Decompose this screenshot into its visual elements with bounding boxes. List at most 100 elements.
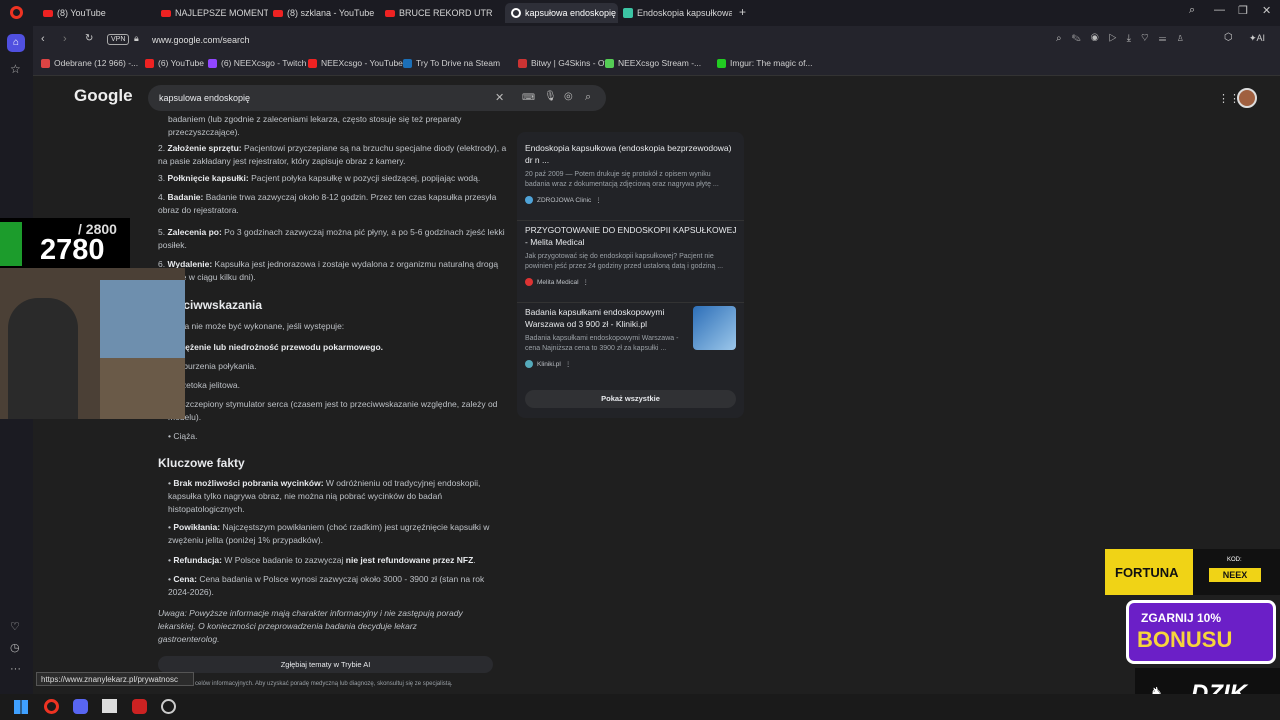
tab-3[interactable]: (8) szklana - YouTube xyxy=(267,3,380,23)
tab-2[interactable]: NAJLEPSZE MOMENTY PO xyxy=(155,3,268,23)
show-all-button[interactable]: Pokaż wszystkie xyxy=(525,390,736,408)
explorer-taskbar-icon[interactable] xyxy=(102,699,117,713)
source-title[interactable]: PRZYGOTOWANIE DO ENDOSKOPII KAPSUŁKOWEJ … xyxy=(525,224,737,248)
bookmark-item[interactable]: Imgur: The magic of... xyxy=(717,58,813,68)
opera-logo-icon[interactable] xyxy=(10,6,23,19)
kod-value: NEEX xyxy=(1209,568,1261,582)
windows-start-icon[interactable] xyxy=(14,700,28,714)
keyboard-icon[interactable]: ⌨ xyxy=(522,92,535,103)
source-item[interactable]: PRZYGOTOWANIE DO ENDOSKOPII KAPSUŁKOWEJ … xyxy=(525,224,737,286)
intro-text: badaniem (lub zgodnie z zaleceniami leka… xyxy=(168,114,462,137)
youtube-icon xyxy=(385,9,395,17)
site-favicon-icon xyxy=(525,196,533,204)
bonus-banner[interactable]: ZGARNIJ 10% BONUSU xyxy=(1126,600,1276,664)
lens-icon[interactable]: ◎ xyxy=(564,91,573,102)
star-icon[interactable]: ☆ xyxy=(10,62,21,76)
bookmark-favicon-icon xyxy=(208,58,217,68)
opera-taskbar-icon[interactable] xyxy=(44,699,59,714)
contra-text: Zaburzenia połykania. xyxy=(173,361,257,371)
tab-5[interactable]: kapsułowa endoskopię - S xyxy=(505,3,618,23)
new-tab-button[interactable]: + xyxy=(739,5,746,19)
search-tabs-icon[interactable]: ⌕ xyxy=(1189,4,1195,17)
source-snippet: Badania kapsułkami endoskopowymi Warszaw… xyxy=(525,335,679,352)
bookmark-item[interactable]: NEEXcsgo - YouTube xyxy=(308,58,403,68)
more-options-icon[interactable]: ⋮ xyxy=(583,278,590,286)
youtube-icon xyxy=(161,9,171,17)
search-icon[interactable]: ⌕ xyxy=(585,91,591,104)
source-thumbnail[interactable] xyxy=(693,306,736,350)
tab-1[interactable]: (8) YouTube xyxy=(37,3,150,23)
bookmark-item[interactable]: NEEXcsgo Stream -... xyxy=(605,58,701,68)
tab-label: (8) szklana - YouTube xyxy=(287,8,375,18)
webcam-overlay xyxy=(0,268,185,419)
bookmark-item[interactable]: Bitwy | G4Skins - Ot... xyxy=(518,58,614,68)
contra-item: • Zaburzenia połykania. xyxy=(168,360,508,373)
source-snippet: 20 paź 2009 — Potem drukuje się protokół… xyxy=(525,171,719,188)
source-site[interactable]: Kliniki.pl ⋮ xyxy=(525,360,685,368)
app-taskbar-icon[interactable] xyxy=(132,699,147,714)
step-item: 6. Wydalenie: Kapsułka jest jednorazowa … xyxy=(158,258,508,284)
bonus-line2: BONUSU xyxy=(1137,627,1233,652)
contra-item: • Przetoka jelitowa. xyxy=(168,379,508,392)
search-input[interactable]: kapsulowa endoskopię xyxy=(159,93,250,103)
minimize-button[interactable]: — xyxy=(1214,4,1225,16)
ai-mode-button[interactable]: Zgłębiaj tematy w Trybie AI xyxy=(158,656,493,673)
bookmark-item[interactable]: Try To Drive na Steam xyxy=(403,58,500,68)
fortuna-logo: FORTUNA xyxy=(1115,565,1179,580)
tab-4[interactable]: BRUCE REKORD UTRATY W xyxy=(379,3,492,23)
back-icon[interactable]: ‹ xyxy=(41,33,45,45)
step-number: 2. xyxy=(158,143,166,153)
bookmark-item[interactable]: Odebrane (12 966) -... xyxy=(41,58,138,68)
more-options-icon[interactable]: ⋮ xyxy=(565,360,572,368)
bookmark-favicon-icon xyxy=(605,58,614,68)
fortuna-banner[interactable]: FORTUNA KOD: NEEX xyxy=(1105,549,1280,595)
bookmark-favicon-icon xyxy=(308,58,317,68)
google-logo[interactable]: Google xyxy=(74,86,133,106)
step-title: Połknięcie kapsułki: xyxy=(167,173,249,183)
clock-icon[interactable]: ◷ xyxy=(10,641,20,654)
page-icon xyxy=(623,8,633,18)
source-title[interactable]: Endoskopia kapsułkowa (endoskopia bezprz… xyxy=(525,142,737,166)
reload-icon[interactable]: ↻ xyxy=(85,33,93,44)
extensions-icon[interactable]: ⬡ xyxy=(1224,32,1233,43)
step-title: Założenie sprzętu: xyxy=(167,143,242,153)
avatar[interactable] xyxy=(1237,88,1257,108)
source-snippet: Jak przygotować się do endoskopii kapsuł… xyxy=(525,253,724,270)
source-title[interactable]: Badania kapsułkami endoskopowymi Warszaw… xyxy=(525,306,685,330)
vpn-badge[interactable]: VPN xyxy=(107,34,130,45)
clear-icon[interactable]: ✕ xyxy=(495,91,504,104)
step-text: Pacjent połyka kapsułkę w pozycji siedzą… xyxy=(248,173,481,183)
webcam-room xyxy=(100,358,185,419)
source-item[interactable]: Badania kapsułkami endoskopowymi Warszaw… xyxy=(525,306,685,368)
maximize-button[interactable]: ❐ xyxy=(1238,4,1248,17)
site-favicon-icon xyxy=(525,278,533,286)
source-site[interactable]: Melita Medical ⋮ xyxy=(525,278,737,286)
close-button[interactable]: ✕ xyxy=(1262,4,1271,17)
tab-6[interactable]: Endoskopia kapsułkowa - xyxy=(617,3,732,23)
bookmark-favicon-icon xyxy=(518,58,527,68)
home-icon[interactable]: ⌂ xyxy=(7,34,25,52)
bookmark-favicon-icon xyxy=(403,58,412,68)
discord-taskbar-icon[interactable] xyxy=(73,699,88,714)
source-item[interactable]: Endoskopia kapsułkowa (endoskopia bezprz… xyxy=(525,142,737,204)
bookmark-item[interactable]: (6) NEEXcsgo - Twitch xyxy=(208,58,306,68)
forward-icon[interactable]: › xyxy=(63,33,67,45)
sources-card: Pokaż wszystkie Endoskopia kapsułkowa (e… xyxy=(517,132,744,418)
url-field[interactable]: www.google.com/search xyxy=(152,35,250,45)
bookmark-favicon-icon xyxy=(145,58,154,68)
steam-taskbar-icon[interactable] xyxy=(161,699,176,714)
mic-icon[interactable]: 🎙︎ xyxy=(544,91,557,102)
fact-title: Brak możliwości pobrania wycinków: xyxy=(173,478,324,488)
more-options-icon[interactable]: ⋮ xyxy=(595,196,602,204)
search-box[interactable]: kapsulowa endoskopię ✕ ⌨ 🎙︎ ◎ ⌕ xyxy=(148,85,606,111)
fact-text: Cena badania w Polsce wynosi zazwyczaj o… xyxy=(168,574,485,597)
bookmark-label: NEEXcsgo - YouTube xyxy=(321,58,403,68)
youtube-icon xyxy=(43,9,53,17)
contra-intro: Badania nie może być wykonane, jeśli wys… xyxy=(158,321,345,331)
status-url: https://www.znanylekarz.pl/prywatnosc xyxy=(36,672,194,686)
more-icon[interactable]: ··· xyxy=(10,663,21,675)
ai-button[interactable]: ✦AI xyxy=(1249,33,1265,44)
source-site[interactable]: ZDROJOWA Clinic ⋮ xyxy=(525,196,737,204)
heart-icon[interactable]: ♡ xyxy=(10,620,20,633)
bookmark-item[interactable]: (6) YouTube xyxy=(145,58,204,68)
